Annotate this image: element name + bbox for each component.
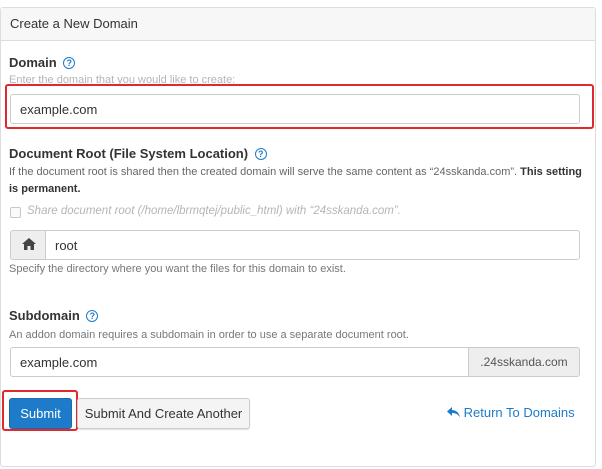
home-icon (21, 238, 36, 250)
reply-arrow-icon (447, 407, 460, 418)
subdomain-label-row: Subdomain ? (9, 308, 99, 323)
return-to-domains-label: Return To Domains (463, 405, 575, 420)
docroot-help: Specify the directory where you want the… (9, 263, 346, 275)
subdomain-description: An addon domain requires a subdomain in … (9, 329, 409, 341)
panel-title: Create a New Domain (1, 8, 595, 41)
domain-label: Domain (9, 55, 57, 70)
submit-button[interactable]: Submit (9, 398, 72, 429)
return-to-domains-link[interactable]: Return To Domains (447, 405, 575, 420)
question-circle-icon[interactable]: ? (86, 310, 99, 322)
share-docroot-checkbox[interactable] (10, 207, 21, 218)
docroot-home-addon (10, 230, 46, 260)
docroot-label-row: Document Root (File System Location) ? (9, 146, 267, 161)
docroot-description-text: If the document root is shared then the … (9, 166, 518, 178)
question-circle-icon[interactable]: ? (254, 148, 267, 160)
share-docroot-label: Share document root (/home/lbrmqtej/publ… (27, 205, 401, 217)
docroot-input[interactable] (45, 230, 580, 260)
domain-input[interactable] (10, 94, 580, 124)
question-circle-icon[interactable]: ? (63, 57, 76, 69)
docroot-label: Document Root (File System Location) (9, 146, 249, 161)
subdomain-suffix: .24sskanda.com (468, 347, 580, 377)
subdomain-label: Subdomain (9, 308, 80, 323)
subdomain-input[interactable] (10, 347, 469, 377)
docroot-description: If the document root is shared then the … (9, 164, 591, 198)
domain-label-row: Domain ? (9, 55, 76, 70)
submit-and-create-another-button[interactable]: Submit And Create Another (77, 398, 250, 429)
